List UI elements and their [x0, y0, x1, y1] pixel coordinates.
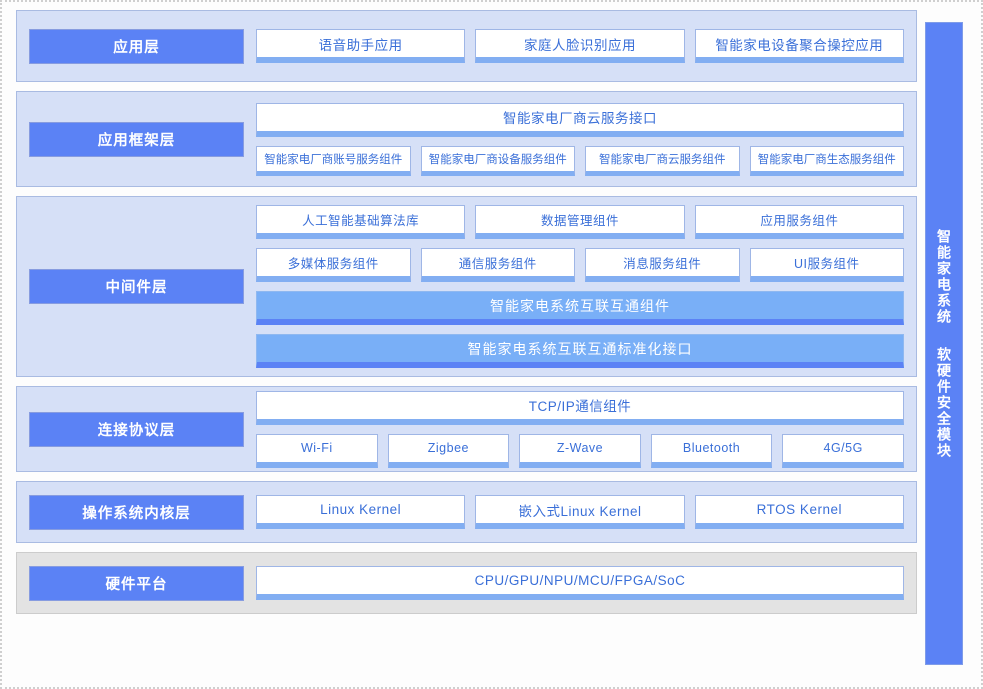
component-card[interactable]: 智能家电设备聚合操控应用	[695, 29, 904, 63]
security-module-line1: 智能家电系统	[934, 229, 954, 325]
card-row: TCP/IP通信组件	[256, 391, 904, 425]
component-card[interactable]: 智能家电厂商生态服务组件	[750, 146, 905, 176]
interconnect-component-bar[interactable]: 智能家电系统互联互通组件	[256, 291, 904, 325]
layer-hardware-platform: 硬件平台 CPU/GPU/NPU/MCU/FPGA/SoC	[16, 552, 917, 614]
layer-body-application: 语音助手应用 家庭人脸识别应用 智能家电设备聚合操控应用	[256, 29, 904, 63]
component-card[interactable]: 多媒体服务组件	[256, 248, 411, 282]
component-card[interactable]: TCP/IP通信组件	[256, 391, 904, 425]
component-card[interactable]: UI服务组件	[750, 248, 905, 282]
component-card[interactable]: 嵌入式Linux Kernel	[475, 495, 684, 529]
component-card[interactable]: 智能家电厂商云服务接口	[256, 103, 904, 137]
card-row: CPU/GPU/NPU/MCU/FPGA/SoC	[256, 566, 904, 600]
layer-body-connection-protocol: TCP/IP通信组件 Wi-Fi Zigbee Z-Wave Bluetooth…	[256, 391, 904, 468]
layer-label-hardware-platform: 硬件平台	[29, 566, 244, 601]
component-card[interactable]: 智能家电厂商云服务组件	[585, 146, 740, 176]
card-row: Linux Kernel 嵌入式Linux Kernel RTOS Kernel	[256, 495, 904, 529]
component-card[interactable]: Z-Wave	[519, 434, 641, 468]
layer-os-kernel: 操作系统内核层 Linux Kernel 嵌入式Linux Kernel RTO…	[16, 481, 917, 543]
component-card[interactable]: 通信服务组件	[421, 248, 576, 282]
component-card[interactable]: Linux Kernel	[256, 495, 465, 529]
card-row: 语音助手应用 家庭人脸识别应用 智能家电设备聚合操控应用	[256, 29, 904, 63]
card-row: 人工智能基础算法库 数据管理组件 应用服务组件	[256, 205, 904, 239]
component-card[interactable]: 家庭人脸识别应用	[475, 29, 684, 63]
layer-application-framework: 应用框架层 智能家电厂商云服务接口 智能家电厂商账号服务组件 智能家电厂商设备服…	[16, 91, 917, 187]
layer-body-application-framework: 智能家电厂商云服务接口 智能家电厂商账号服务组件 智能家电厂商设备服务组件 智能…	[256, 103, 904, 176]
layer-stack: 应用层 语音助手应用 家庭人脸识别应用 智能家电设备聚合操控应用 应用框架层 智…	[16, 10, 917, 683]
layer-connection-protocol: 连接协议层 TCP/IP通信组件 Wi-Fi Zigbee Z-Wave Blu…	[16, 386, 917, 472]
component-card[interactable]: 应用服务组件	[695, 205, 904, 239]
card-row: 智能家电厂商云服务接口	[256, 103, 904, 137]
component-card[interactable]: Bluetooth	[651, 434, 773, 468]
component-card[interactable]: 人工智能基础算法库	[256, 205, 465, 239]
layer-label-application-framework: 应用框架层	[29, 122, 244, 157]
security-module-bar[interactable]: 智能家电系统 软硬件安全模块	[925, 22, 963, 665]
security-module-line2: 软硬件安全模块	[934, 347, 954, 459]
component-card[interactable]: 智能家电厂商设备服务组件	[421, 146, 576, 176]
layer-body-os-kernel: Linux Kernel 嵌入式Linux Kernel RTOS Kernel	[256, 495, 904, 529]
component-card[interactable]: Zigbee	[388, 434, 510, 468]
card-row: Wi-Fi Zigbee Z-Wave Bluetooth 4G/5G	[256, 434, 904, 468]
diagram-root: 应用层 语音助手应用 家庭人脸识别应用 智能家电设备聚合操控应用 应用框架层 智…	[0, 0, 983, 689]
layer-label-middleware: 中间件层	[29, 269, 244, 304]
component-card[interactable]: 4G/5G	[782, 434, 904, 468]
layer-label-connection-protocol: 连接协议层	[29, 412, 244, 447]
interconnect-standard-interface-bar[interactable]: 智能家电系统互联互通标准化接口	[256, 334, 904, 368]
component-card[interactable]: 消息服务组件	[585, 248, 740, 282]
component-card[interactable]: 数据管理组件	[475, 205, 684, 239]
component-card[interactable]: Wi-Fi	[256, 434, 378, 468]
layer-body-hardware-platform: CPU/GPU/NPU/MCU/FPGA/SoC	[256, 566, 904, 600]
card-row: 智能家电厂商账号服务组件 智能家电厂商设备服务组件 智能家电厂商云服务组件 智能…	[256, 146, 904, 176]
layer-label-application: 应用层	[29, 29, 244, 64]
layer-label-os-kernel: 操作系统内核层	[29, 495, 244, 530]
layer-application: 应用层 语音助手应用 家庭人脸识别应用 智能家电设备聚合操控应用	[16, 10, 917, 82]
layer-middleware: 中间件层 人工智能基础算法库 数据管理组件 应用服务组件 多媒体服务组件 通信服…	[16, 196, 917, 377]
card-row: 多媒体服务组件 通信服务组件 消息服务组件 UI服务组件	[256, 248, 904, 282]
component-card[interactable]: CPU/GPU/NPU/MCU/FPGA/SoC	[256, 566, 904, 600]
layer-body-middleware: 人工智能基础算法库 数据管理组件 应用服务组件 多媒体服务组件 通信服务组件 消…	[256, 205, 904, 368]
component-card[interactable]: 语音助手应用	[256, 29, 465, 63]
component-card[interactable]: RTOS Kernel	[695, 495, 904, 529]
diagram-canvas: 应用层 语音助手应用 家庭人脸识别应用 智能家电设备聚合操控应用 应用框架层 智…	[16, 10, 971, 683]
component-card[interactable]: 智能家电厂商账号服务组件	[256, 146, 411, 176]
